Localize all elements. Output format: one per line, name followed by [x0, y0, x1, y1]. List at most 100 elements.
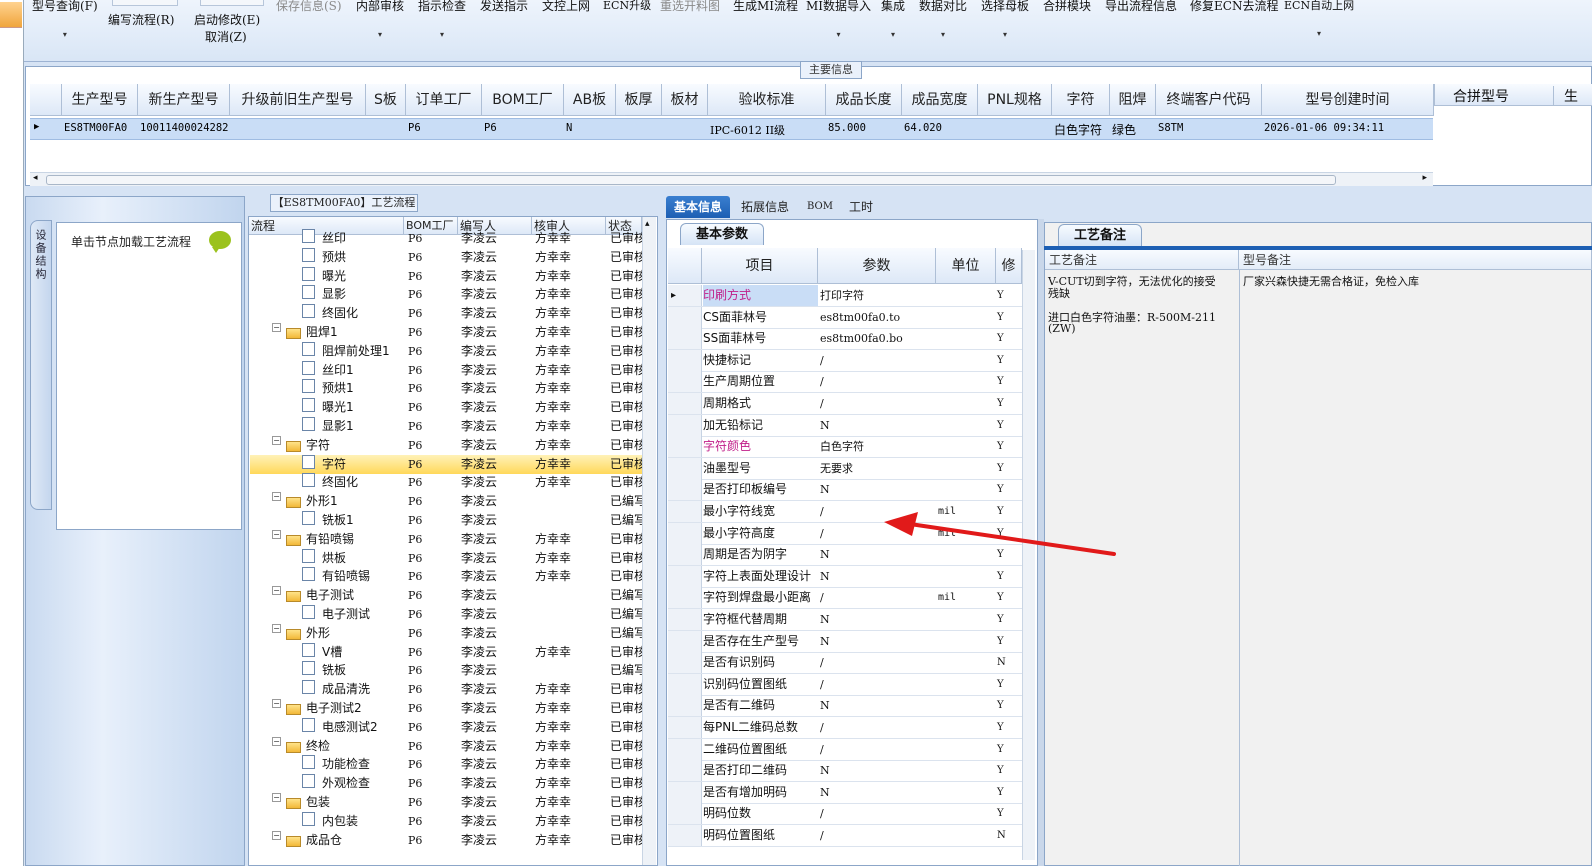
cell[interactable]: P6 — [484, 122, 497, 134]
row-indicator[interactable] — [668, 717, 702, 738]
craft-note-text[interactable]: (ZW) — [1048, 323, 1076, 335]
param-row[interactable]: 字符颜色 白色字符 Y — [668, 436, 1022, 459]
collapse-toggle-icon[interactable]: − — [272, 830, 281, 840]
tree-row[interactable]: 丝印 P6 李凌云 方幸幸 已审核 — [250, 229, 646, 248]
tb-integrate-button[interactable]: 集成 ▾ — [881, 0, 905, 39]
scroll-left-icon[interactable]: ◂ — [33, 173, 38, 183]
tree-row[interactable]: 终固化 P6 李凌云 方幸幸 已审核 — [250, 304, 646, 323]
row-indicator[interactable] — [668, 803, 702, 825]
param-row[interactable]: 字符框代替周期 N Y — [668, 609, 1022, 631]
tree-row[interactable]: 字符 P6 李凌云 方幸幸 已审核 — [250, 454, 646, 474]
cell[interactable]: ES8TM00FA0 — [64, 122, 127, 134]
tree-row[interactable]: − 有铅喷锡 P6 李凌云 方幸幸 已审核 — [250, 529, 646, 549]
col-header[interactable]: 验收标准 — [708, 84, 826, 116]
tree-vertical-scrollbar[interactable]: ▴ — [642, 217, 656, 865]
param-row[interactable]: 是否打印二维码 N Y — [668, 760, 1022, 783]
scroll-up-icon[interactable]: ▴ — [645, 219, 650, 229]
col-header[interactable]: 修 — [996, 248, 1022, 284]
param-row[interactable]: 周期格式 / Y — [668, 393, 1022, 415]
tb-internal-review-button[interactable]: 内部审核 ▾ — [356, 0, 404, 39]
row-indicator[interactable] — [668, 825, 702, 846]
row-indicator[interactable] — [668, 393, 702, 414]
cell[interactable]: P6 — [408, 122, 421, 134]
row-indicator[interactable] — [668, 609, 702, 630]
tb-save-button[interactable]: 保存信息(S) — [276, 0, 342, 14]
col-header[interactable]: 订单工厂 — [406, 84, 482, 116]
tb-doc-online-button[interactable]: 文控上网 — [542, 0, 590, 14]
row-indicator[interactable] — [668, 436, 702, 458]
cell[interactable]: S8TM — [1158, 122, 1183, 134]
tree-row[interactable]: 有铅喷锡 P6 李凌云 方幸幸 已审核 — [250, 567, 646, 586]
row-indicator[interactable] — [668, 587, 702, 609]
param-value[interactable]: N — [820, 479, 830, 500]
param-value[interactable]: / — [820, 587, 824, 608]
collapse-toggle-icon[interactable]: − — [272, 699, 281, 708]
param-row[interactable]: 二维码位置图纸 / Y — [668, 738, 1022, 761]
tree-row[interactable]: 成品清洗 P6 李凌云 方幸幸 已审核 — [250, 680, 646, 699]
tree-row[interactable]: 预烘 P6 李凌云 方幸幸 已审核 — [250, 247, 646, 267]
param-row[interactable]: 是否存在生产型号 N Y — [668, 630, 1022, 653]
col-header[interactable]: 项目 — [702, 248, 818, 284]
param-row[interactable]: 生产周期位置 / Y — [668, 371, 1022, 394]
param-row[interactable]: 是否打印板编号 N Y — [668, 479, 1022, 502]
basic-params-tab[interactable]: 基本参数 — [680, 223, 764, 245]
tree-row[interactable]: − 字符 P6 李凌云 方幸幸 已审核 — [250, 435, 646, 455]
param-value[interactable]: es8tm00fa0.bo — [820, 328, 903, 349]
param-value[interactable]: N — [820, 415, 830, 436]
collapse-toggle-icon[interactable]: − — [272, 323, 281, 332]
param-value[interactable]: / — [820, 501, 824, 522]
col-header[interactable]: AB板 — [564, 84, 616, 116]
collapse-toggle-icon[interactable]: − — [272, 435, 281, 445]
col-header[interactable]: 升级前旧生产型号 — [230, 84, 366, 116]
cell[interactable]: N — [566, 122, 572, 134]
col-header[interactable]: PNL规格 — [978, 84, 1052, 116]
param-row[interactable]: 是否有二维码 N Y — [668, 695, 1022, 718]
collapse-toggle-icon[interactable]: − — [272, 793, 281, 802]
row-indicator[interactable]: ▸ — [668, 285, 702, 306]
col-header[interactable]: 工艺备注 — [1045, 250, 1239, 270]
tree-row[interactable]: 显影 P6 李凌云 方幸幸 已审核 — [250, 285, 646, 304]
tree-row[interactable]: − 成品仓 P6 李凌云 方幸幸 已审核 — [250, 830, 646, 850]
col-header[interactable]: 型号备注 — [1239, 250, 1592, 270]
param-value[interactable]: / — [820, 350, 824, 371]
col-header[interactable]: BOM工厂 — [482, 84, 564, 116]
param-value[interactable]: / — [820, 825, 824, 846]
tree-row[interactable]: V槽 P6 李凌云 方幸幸 已审核 — [250, 642, 646, 662]
row-indicator[interactable] — [668, 522, 702, 544]
param-row[interactable]: 油墨型号 无要求 Y — [668, 457, 1022, 480]
col-header[interactable]: 板材 — [662, 84, 708, 116]
vertical-tab-equipment-structure[interactable]: 设备结构 — [30, 220, 52, 510]
collapse-toggle-icon[interactable]: − — [272, 529, 281, 539]
row-indicator[interactable] — [668, 349, 702, 371]
tree-row[interactable]: 终固化 P6 李凌云 方幸幸 已审核 — [250, 473, 646, 492]
col-header[interactable]: 板厚 — [616, 84, 662, 116]
row-indicator[interactable] — [668, 652, 702, 674]
col-header[interactable]: S板 — [366, 84, 406, 116]
row-indicator[interactable] — [668, 457, 702, 479]
tree-row[interactable]: 铣板 P6 李凌云 已编写 — [250, 661, 646, 680]
row-indicator[interactable] — [668, 306, 702, 328]
param-value[interactable]: N — [820, 566, 830, 587]
param-row[interactable]: ▸ 印刷方式 打印字符 Y — [668, 285, 1022, 307]
craft-note-text[interactable]: 残缺 — [1048, 288, 1070, 300]
tree-row[interactable]: − 电子测试2 P6 李凌云 方幸幸 已审核 — [250, 699, 646, 718]
horizontal-scrollbar[interactable]: ◂ ▸ — [30, 172, 1433, 186]
param-value[interactable]: N — [820, 609, 830, 630]
tree-row[interactable]: 烘板 P6 李凌云 方幸幸 已审核 — [250, 548, 646, 568]
col-header[interactable]: 合拼型号 — [1453, 86, 1509, 106]
tb-select-mother-board-button[interactable]: 选择母板 ▾ — [981, 0, 1029, 39]
tree-row[interactable]: − 终检 P6 李凌云 方幸幸 已审核 — [250, 736, 646, 756]
param-row[interactable]: 加无铅标记 N Y — [668, 414, 1022, 437]
cell[interactable]: 白色字符 — [1054, 121, 1102, 138]
collapse-toggle-icon[interactable]: − — [272, 492, 281, 502]
param-row[interactable]: 识别码位置图纸 / Y — [668, 673, 1022, 696]
param-row[interactable]: 每PNL二维码总数 / Y — [668, 717, 1022, 739]
tree-row[interactable]: − 阻焊1 P6 李凌云 方幸幸 已审核 — [250, 323, 646, 342]
cell[interactable]: 64.020 — [904, 122, 942, 134]
craft-note-text[interactable]: V-CUT切到字符，无法优化的接受 — [1048, 276, 1216, 288]
tb-query-button[interactable]: 型号查询(F) ▾ — [32, 0, 98, 39]
row-indicator[interactable] — [668, 371, 702, 393]
tree-row[interactable]: 预烘1 P6 李凌云 方幸幸 已审核 — [250, 379, 646, 398]
tb-export-flow-button[interactable]: 导出流程信息 — [1105, 0, 1177, 14]
tab-worktime[interactable]: 工时 — [844, 196, 878, 218]
